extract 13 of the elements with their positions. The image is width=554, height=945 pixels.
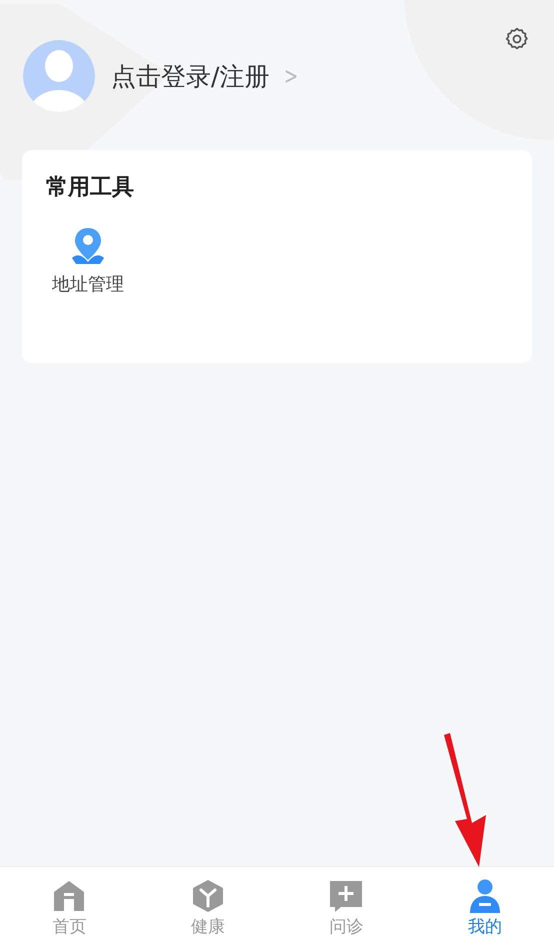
- chevron-icon: >: [284, 62, 299, 90]
- chat-plus-icon: [329, 879, 364, 913]
- login-link[interactable]: 点击登录/注册: [111, 60, 270, 92]
- tab[interactable]: 健康: [138, 867, 277, 945]
- tab[interactable]: 问诊: [277, 867, 416, 945]
- card-title: 常用工具: [46, 174, 135, 202]
- tab[interactable]: 首页: [0, 867, 138, 945]
- settings-icon[interactable]: [504, 26, 530, 52]
- tab[interactable]: 我的: [416, 867, 554, 945]
- user-icon: [468, 879, 502, 913]
- tool-item[interactable]: 地址管理: [52, 224, 124, 296]
- home-icon: [52, 879, 86, 913]
- cube-icon: [190, 879, 225, 913]
